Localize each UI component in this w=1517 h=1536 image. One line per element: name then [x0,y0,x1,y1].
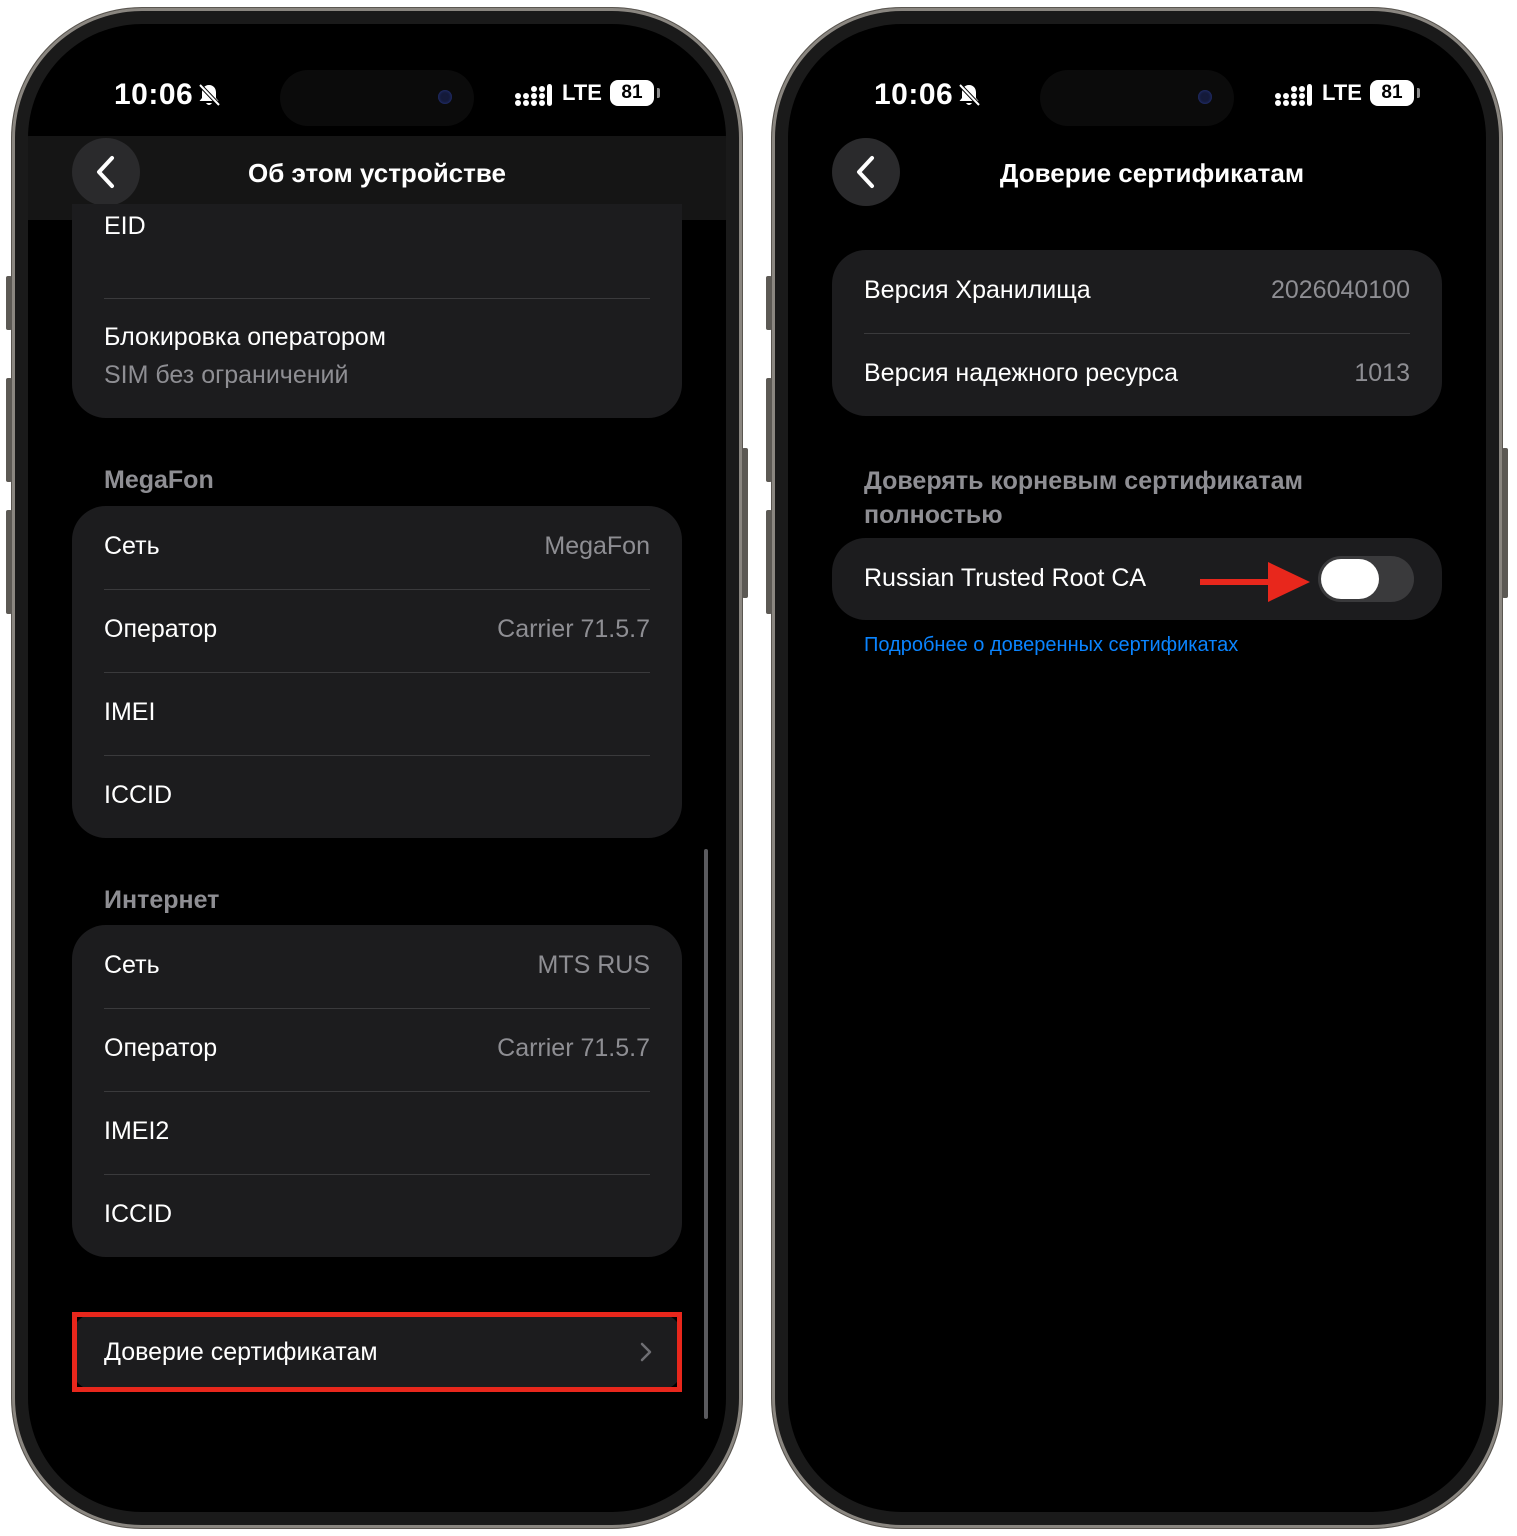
list-item: Оператор Carrier 71.5.7 [72,1008,682,1091]
volume-up-button [6,378,12,482]
eid-label: EID [104,212,146,240]
status-bar: 10:06 LTE 81 [28,70,726,126]
page-title: Об этом устройстве [248,158,506,188]
row-label: Сеть [104,532,160,560]
side-button [742,448,748,598]
network-type: LTE [562,80,602,105]
trust-store-info-group: Версия Хранилища 2026040100 Версия надеж… [832,250,1442,416]
volume-down-button [6,510,12,614]
row-value: Carrier 71.5.7 [497,1034,650,1062]
row-value: 1013 [1354,359,1410,387]
row-label: Версия надежного ресурса [864,359,1179,387]
dynamic-island [1040,70,1234,126]
list-item: Версия надежного ресурса 1013 [832,333,1442,416]
row-label: Оператор [104,1034,218,1062]
screen-certificate-trust: 10:06 LTE 81 Доверие сертификатам Версия… [788,24,1486,1512]
dynamic-island [280,70,474,126]
list-item[interactable]: IMEI2 [72,1091,682,1174]
row-label: IMEI [104,698,156,726]
scrollbar[interactable] [704,849,708,1419]
root-ca-toggle[interactable] [1318,556,1414,602]
eid-row[interactable]: EID [72,204,682,287]
row-label: IMEI2 [104,1117,170,1145]
row-label: ICCID [104,781,173,809]
camera-icon [438,90,452,104]
phone-right: 10:06 LTE 81 Доверие сертификатам Версия… [766,8,1508,1528]
row-value: MTS RUS [537,951,651,979]
battery-icon: 81 [1370,80,1414,106]
bell-slash-icon [198,83,221,107]
carrier-lock-row: Блокировка оператором SIM без ограничени… [72,299,682,418]
row-value: 2026040100 [1270,276,1410,304]
row-label: Сеть [104,951,160,979]
learn-more-link[interactable]: Подробнее о доверенных сертификатах [864,634,1238,657]
toggle-knob [1321,559,1379,599]
camera-icon [1198,90,1212,104]
row-label: Версия Хранилища [864,276,1091,304]
annotation-arrow-icon [1200,562,1310,602]
battery-tip [657,88,660,98]
bell-slash-icon [958,83,981,107]
signal-icon [515,84,552,106]
side-button [1502,448,1508,598]
list-item[interactable]: ICCID [72,1174,682,1257]
battery-icon: 81 [610,80,654,106]
signal-icon [1275,84,1312,106]
device-id-group: EID Блокировка оператором SIM без ограни… [72,204,682,418]
row-value: MegaFon [544,532,650,560]
status-time: 10:06 [874,78,954,111]
row-label: Оператор [104,615,218,643]
root-ca-row: Russian Trusted Root CA [832,538,1442,620]
list-item[interactable]: ICCID [72,755,682,838]
row-label: ICCID [104,1200,173,1228]
carrier-lock-label: Блокировка оператором [104,323,386,351]
volume-up-button [766,378,772,482]
row-value: Carrier 71.5.7 [497,615,650,643]
list-item: Сеть MegaFon [72,506,682,589]
carrier-lock-value: SIM без ограничений [104,361,349,389]
action-button [6,276,12,330]
phone-left: Об этом устройстве 10:06 LTE 81 EID Блок… [6,8,748,1528]
navigation-bar: Доверие сертификатам [788,136,1486,220]
network-type: LTE [1322,80,1362,105]
status-time: 10:06 [114,78,194,111]
battery-tip [1417,88,1420,98]
screen-about-device: Об этом устройстве 10:06 LTE 81 EID Блок… [28,24,726,1512]
action-button [766,276,772,330]
annotation-highlight-box [72,1312,682,1392]
section-header-internet: Интернет [104,886,220,914]
section-header-megafon: MegaFon [104,466,214,494]
internet-group: Сеть MTS RUS Оператор Carrier 71.5.7 IME… [72,925,682,1257]
root-ca-group: Russian Trusted Root CA [832,538,1442,620]
page-title: Доверие сертификатам [999,158,1305,188]
list-item: Версия Хранилища 2026040100 [832,250,1442,333]
megafon-group: Сеть MegaFon Оператор Carrier 71.5.7 IME… [72,506,682,838]
list-item: Сеть MTS RUS [72,925,682,1008]
list-item[interactable]: IMEI [72,672,682,755]
root-ca-label: Russian Trusted Root CA [864,564,1147,592]
list-item: Оператор Carrier 71.5.7 [72,589,682,672]
volume-down-button [766,510,772,614]
status-bar: 10:06 LTE 81 [788,70,1486,126]
section-header-full-trust: Доверять корневым сертификатам полностью [864,467,1303,529]
